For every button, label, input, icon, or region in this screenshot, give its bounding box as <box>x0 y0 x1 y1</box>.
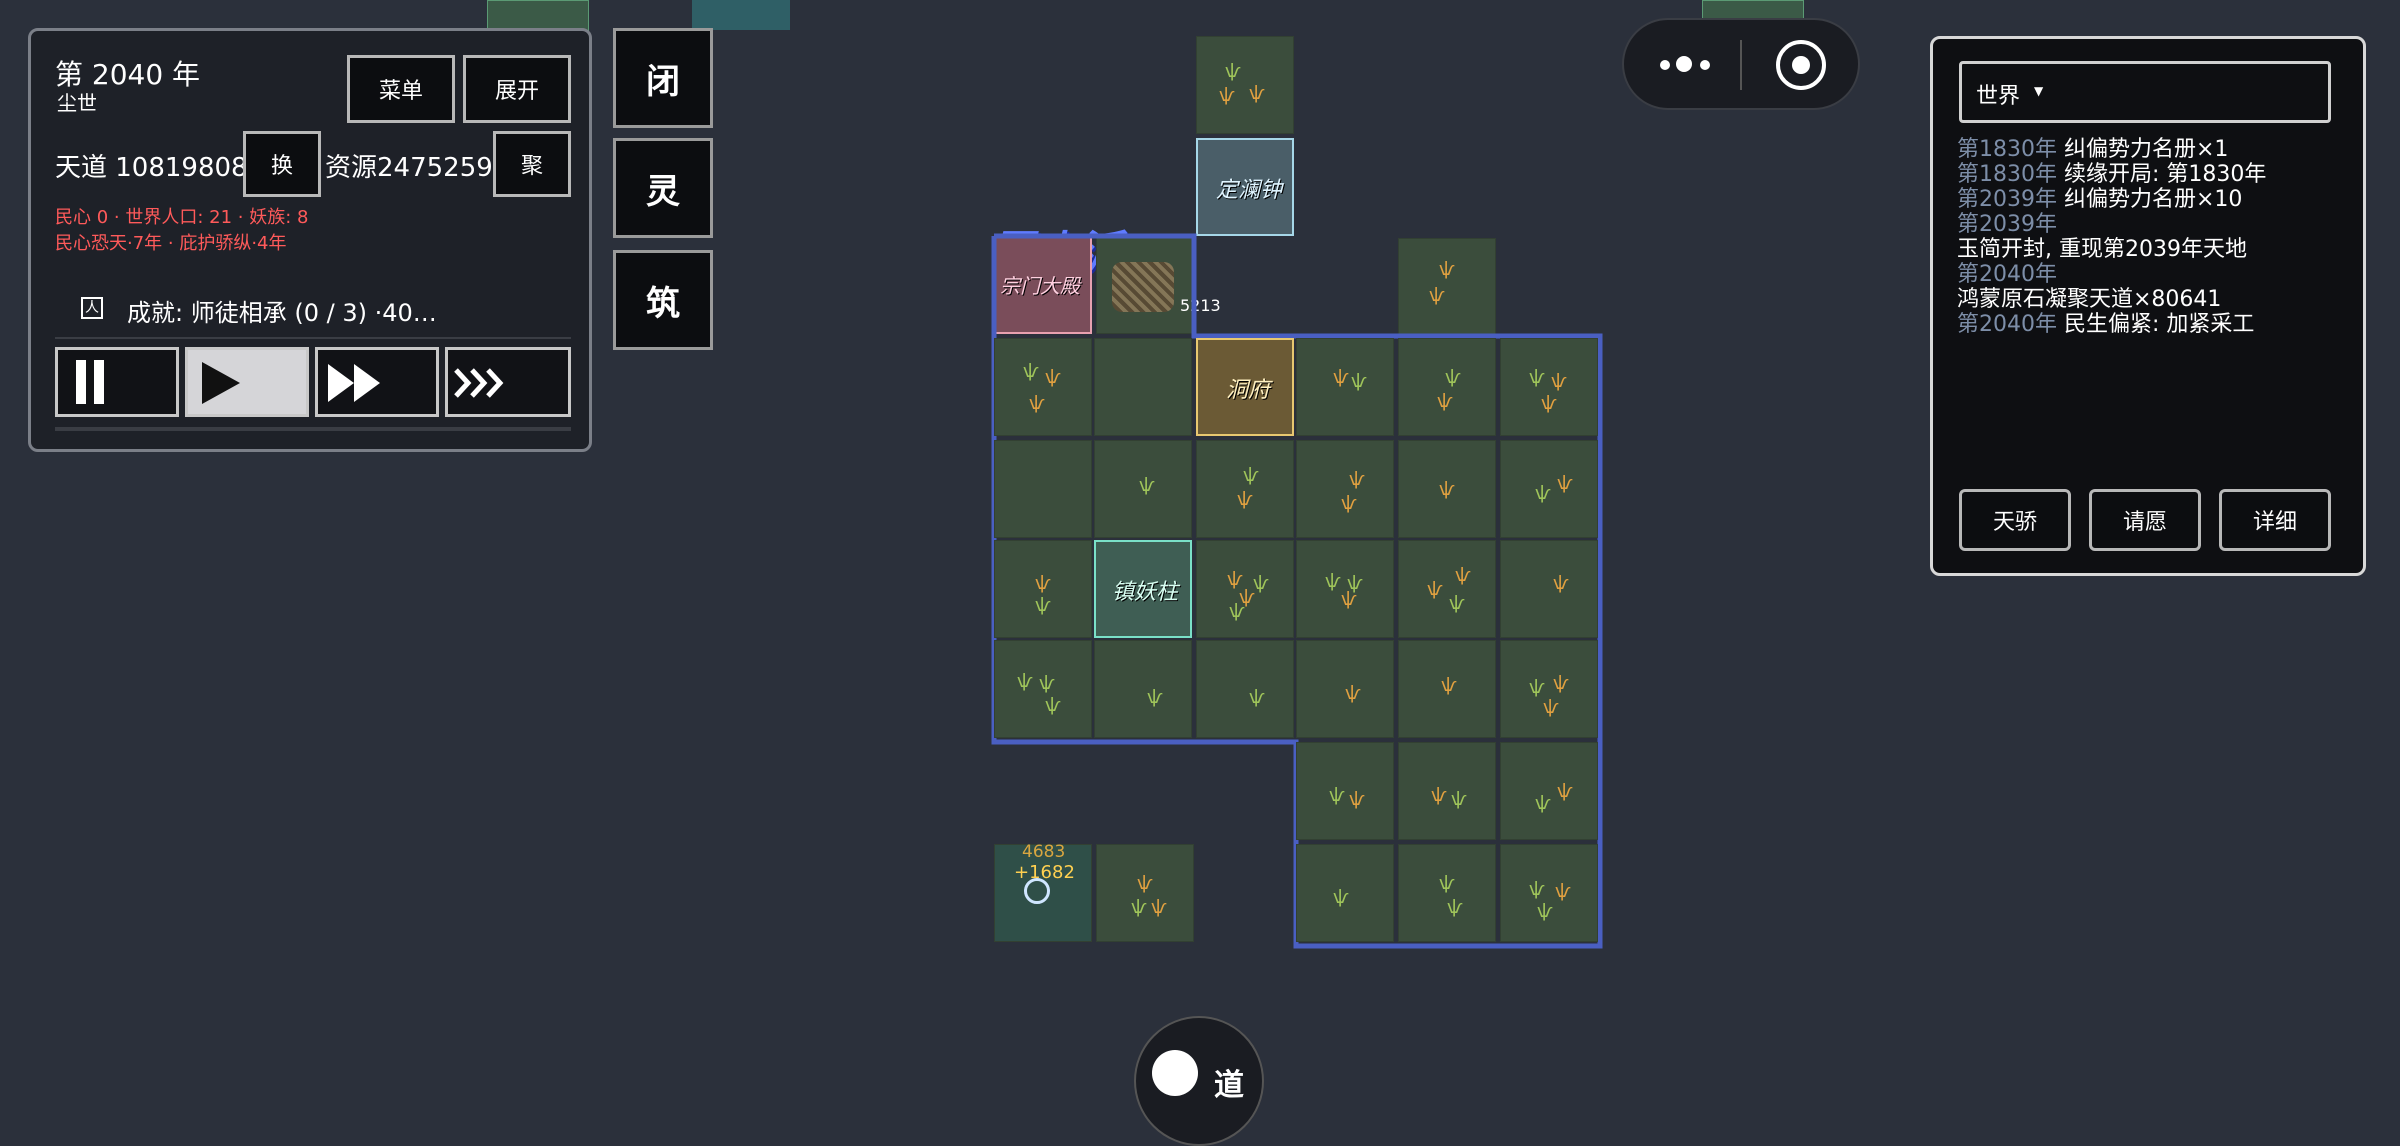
map-tile[interactable]: ѱѱ <box>1296 742 1394 840</box>
log-entry: 第2040年 <box>1957 262 2057 287</box>
map-tile[interactable]: ѱѱѱ <box>1500 640 1598 738</box>
event-log-panel: 世界 ▼ 第1830年 纠偏势力名册×1 第1830年 续缘开局: 第1830年… <box>1930 36 2366 576</box>
log-entry: 第2039年 纠偏势力名册×10 <box>1957 187 2243 212</box>
map-tile[interactable]: ѱѱ <box>1500 440 1598 538</box>
genius-button[interactable]: 天骄 <box>1959 489 2071 551</box>
map-tile[interactable] <box>1094 338 1192 436</box>
map-tile[interactable]: ѱѱѱ <box>1096 844 1194 942</box>
map-tile[interactable]: ѱ <box>1094 640 1192 738</box>
map-tile[interactable]: ѱѱѱ <box>994 640 1092 738</box>
spirit-well-icon <box>1024 878 1050 904</box>
map-tile[interactable]: ѱ <box>1500 540 1598 638</box>
float-value-1: 4683 <box>1022 842 1066 862</box>
map-tile[interactable]: ѱ <box>1296 640 1394 738</box>
chevron-down-icon: ▼ <box>2034 84 2044 98</box>
map-tile[interactable]: ѱ <box>1196 640 1294 738</box>
map-tile[interactable]: ѱѱ <box>1500 742 1598 840</box>
log-entry: 第1830年 纠偏势力名册×1 <box>1957 137 2229 162</box>
dao-icon <box>1152 1050 1198 1096</box>
dao-label: 道 <box>1214 1068 1244 1103</box>
map-tile[interactable]: ѱѱѱѱ <box>1196 540 1294 638</box>
log-entry: 玉简开封, 重现第2039年天地 <box>1957 237 2247 262</box>
map-tile[interactable]: ѱѱѱ <box>1500 844 1598 942</box>
map-tile[interactable]: ѱѱ <box>1398 742 1496 840</box>
map-tile[interactable]: ѱѱѱ <box>994 338 1092 436</box>
map-tile[interactable]: ѱѱѱ <box>1398 540 1496 638</box>
log-list: 第1830年 纠偏势力名册×1 第1830年 续缘开局: 第1830年 第203… <box>1957 137 2266 337</box>
log-filter-label: 世界 <box>1976 84 2021 109</box>
map-tile[interactable]: ѱ <box>1398 440 1496 538</box>
wish-button[interactable]: 请愿 <box>2089 489 2201 551</box>
map-tile[interactable]: ѱѱ <box>1296 440 1394 538</box>
log-entry: 鸿蒙原石凝聚天道×80641 <box>1957 287 2222 312</box>
map-tile[interactable]: ѱѱ <box>1296 338 1394 436</box>
map-tile[interactable]: ѱѱ <box>994 540 1092 638</box>
log-filter-dropdown[interactable]: 世界 ▼ <box>1959 61 2331 123</box>
map-tile[interactable]: ѱѱѱ <box>1296 540 1394 638</box>
map-tile[interactable]: ѱ <box>1296 844 1394 942</box>
map-tile[interactable]: ѱѱ <box>1196 440 1294 538</box>
dao-button[interactable]: 道 <box>1134 1016 1264 1146</box>
cave-label: 洞府 <box>1226 378 1271 403</box>
log-entry: 第2040年 民生偏紧: 加紧采工 <box>1957 312 2255 337</box>
detail-button[interactable]: 详细 <box>2219 489 2331 551</box>
log-entry: 第1830年 续缘开局: 第1830年 <box>1957 162 2267 187</box>
map-tile[interactable]: ѱ <box>1398 640 1496 738</box>
map-tile[interactable] <box>994 440 1092 538</box>
map-tile[interactable]: ѱѱѱ <box>1500 338 1598 436</box>
map-tile[interactable]: ѱ <box>1094 440 1192 538</box>
log-entry: 第2039年 <box>1957 212 2057 237</box>
map-tile[interactable]: ѱѱ <box>1398 338 1496 436</box>
map-tile[interactable]: ѱѱ <box>1398 844 1496 942</box>
pillar-label: 镇妖柱 <box>1112 580 1179 605</box>
